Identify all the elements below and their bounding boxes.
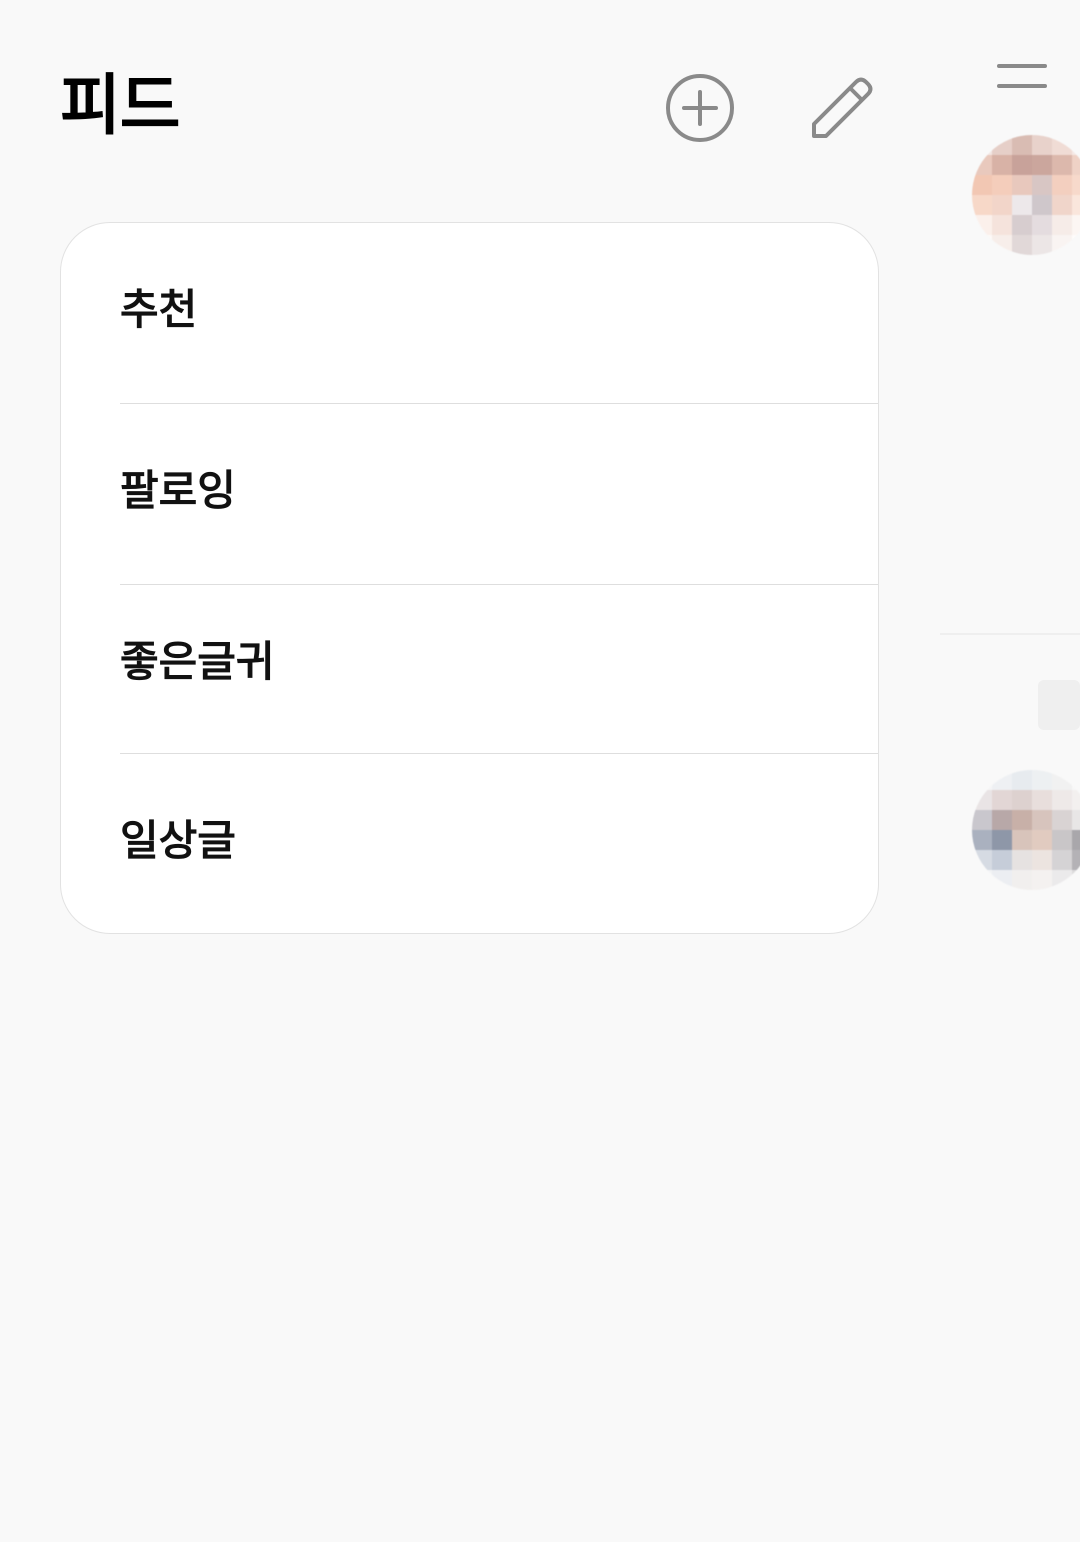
feed-item-label: 추천 [120,285,198,334]
page-title: 피드 [60,67,180,144]
avatar[interactable] [972,770,1080,890]
feed-item-label: 좋은글귀 [120,637,275,686]
feed-item-label: 팔로잉 [120,466,236,515]
drawer-header: 피드 [60,60,890,160]
plus-circle-icon [666,74,734,142]
feed-item-daily-posts[interactable]: 일상글 [61,754,878,932]
feed-item-recommended[interactable]: 추천 [61,223,878,403]
add-feed-button[interactable] [662,70,738,146]
placeholder-block [1038,680,1080,730]
feed-list-card: 추천 팔로잉 좋은글귀 일상글 [60,222,879,934]
feed-item-label: 일상글 [120,816,236,865]
hamburger-menu-icon[interactable] [997,62,1047,92]
feed-drawer: 피드 추천 팔로잉 좋은글귀 일상글 [0,0,940,1542]
background-page [940,0,1080,1542]
pencil-icon [812,77,873,138]
feed-item-good-quotes[interactable]: 좋은글귀 [61,585,878,753]
edit-feed-button[interactable] [804,70,880,146]
avatar[interactable] [972,135,1080,255]
feed-item-following[interactable]: 팔로잉 [61,404,878,584]
divider [940,633,1080,635]
app-screen: 피드 추천 팔로잉 좋은글귀 일상글 [0,0,1080,1542]
